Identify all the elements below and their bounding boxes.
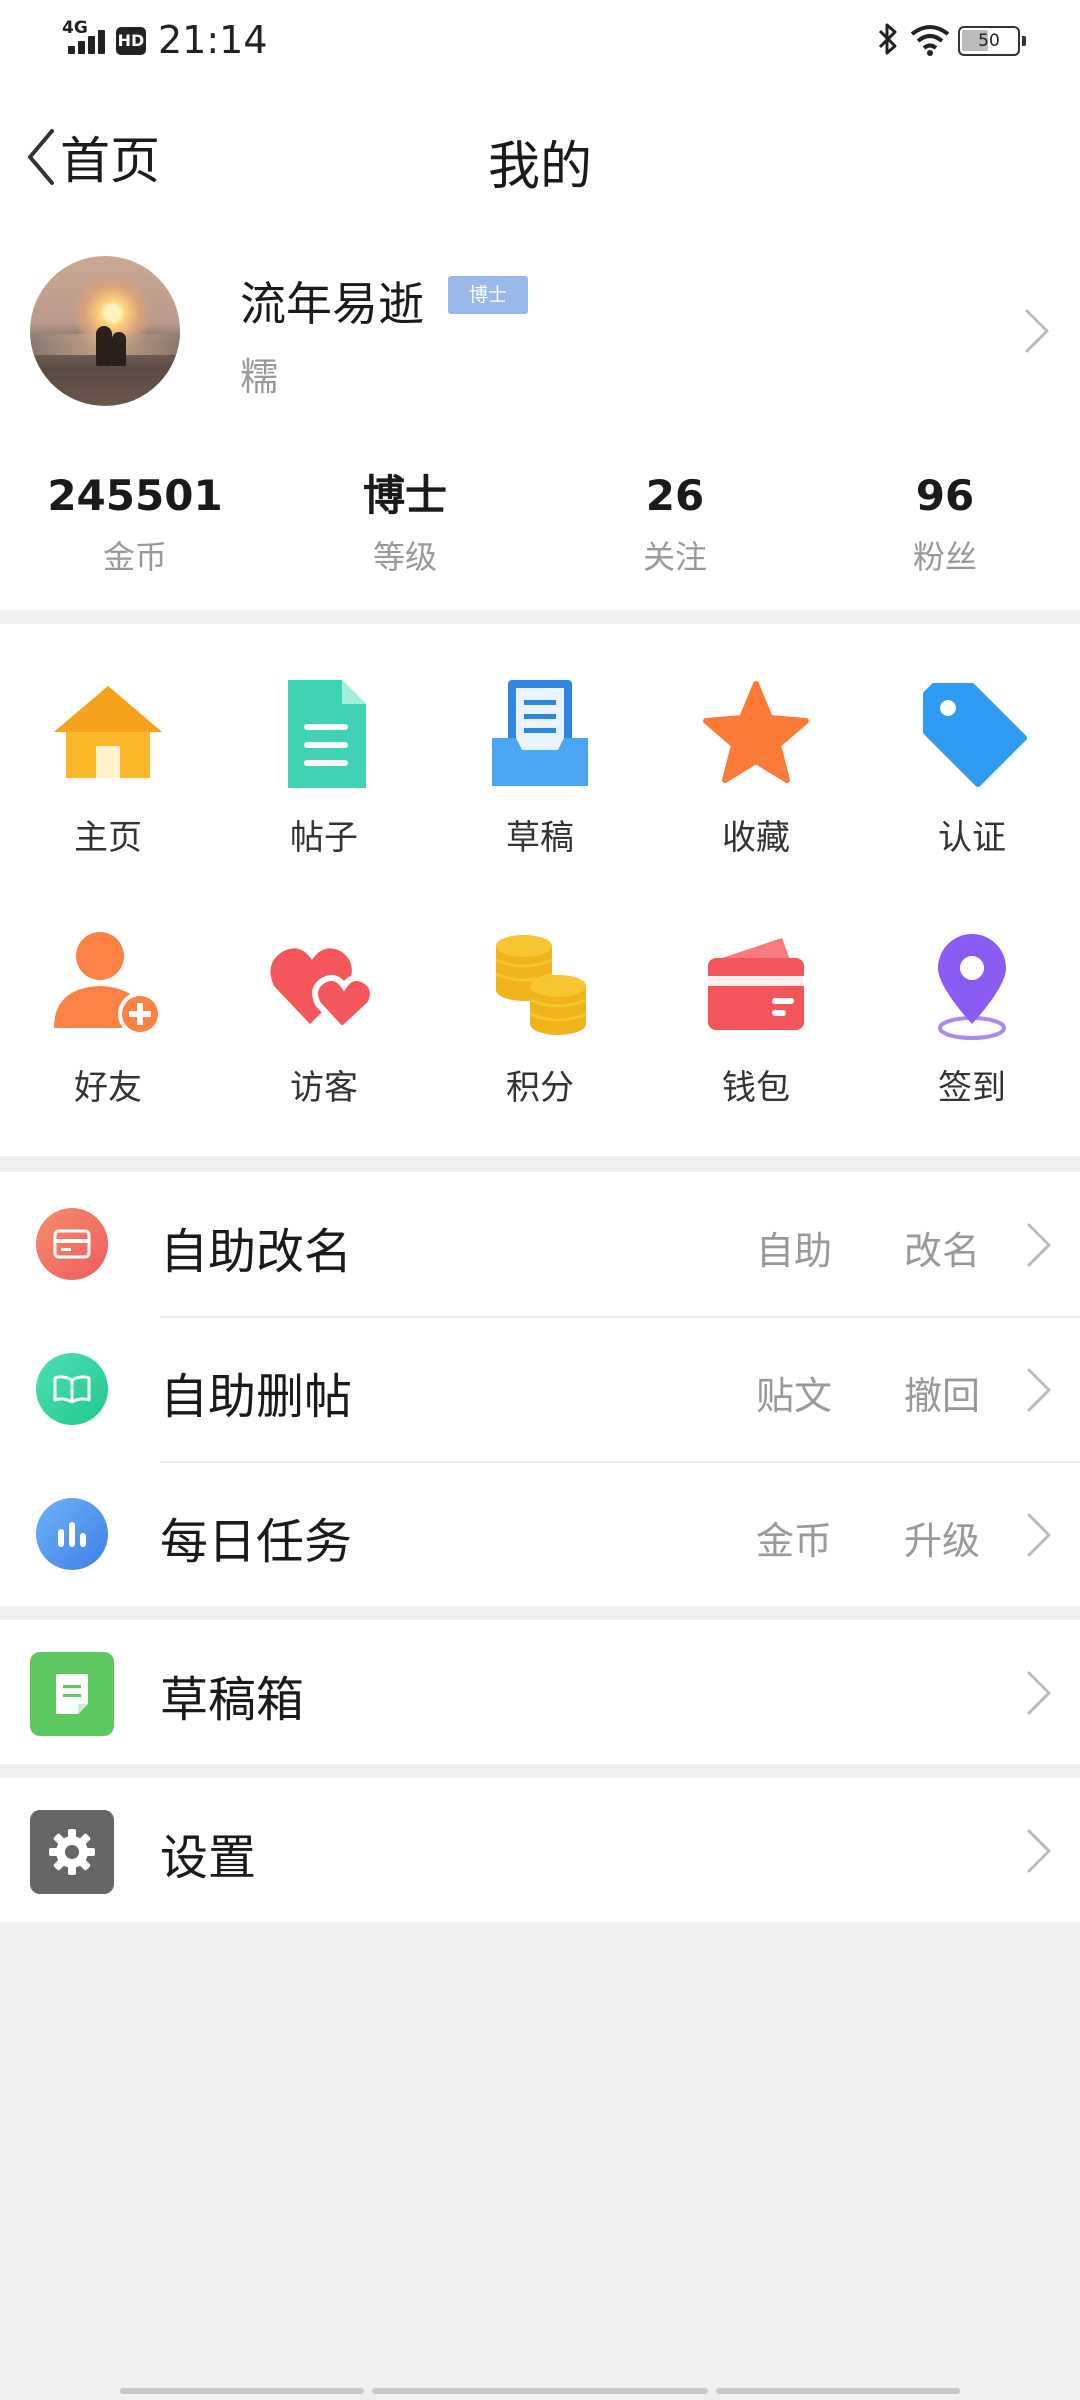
network-type: 4G xyxy=(62,18,88,38)
home-icon xyxy=(54,686,162,778)
stat-value: 96 xyxy=(915,471,975,520)
settings-group: 设置 xyxy=(0,1778,1080,1922)
stat-label: 关注 xyxy=(642,538,707,576)
grid-item-verify[interactable]: 认证 xyxy=(864,674,1080,859)
list-label: 设置 xyxy=(160,1830,257,1886)
drafts-group: 草稿箱 xyxy=(0,1620,1080,1764)
document-icon xyxy=(288,680,366,788)
wallet-icon xyxy=(708,938,804,1030)
list-item-draft-box[interactable]: 草稿箱 xyxy=(0,1620,1080,1765)
list-label: 草稿箱 xyxy=(160,1672,305,1728)
stat-label: 粉丝 xyxy=(912,538,977,576)
battery-icon: 50 xyxy=(958,26,1026,56)
chevron-right-icon xyxy=(1027,1671,1051,1715)
list-item-settings[interactable]: 设置 xyxy=(0,1778,1080,1923)
grid-item-drafts[interactable]: 草稿 xyxy=(432,674,648,859)
services-list: 自助改名 自助 改名 自助删帖 贴文 撤回 每日任务 金币 升级 xyxy=(0,1172,1080,1606)
list-label: 每日任务 xyxy=(160,1514,353,1570)
star-icon xyxy=(703,681,809,783)
stat-value: 245501 xyxy=(47,471,223,520)
chevron-right-icon xyxy=(1027,1513,1051,1557)
signal-icon: 4G xyxy=(62,18,110,58)
battery-level: 50 xyxy=(978,31,1000,51)
location-pin-icon xyxy=(938,934,1006,1040)
grid-label: 收藏 xyxy=(722,818,790,858)
grid-item-visitors[interactable]: 访客 xyxy=(216,924,432,1109)
grid-label: 钱包 xyxy=(722,1068,790,1108)
stat-coins[interactable]: 245501 金币 xyxy=(0,466,270,596)
chevron-right-icon xyxy=(1027,1223,1051,1267)
list-tag: 自助 xyxy=(755,1229,832,1273)
chevron-right-icon xyxy=(1027,1829,1051,1873)
grid-label: 主页 xyxy=(74,818,142,858)
profile-chevron-right-icon[interactable] xyxy=(1024,308,1050,354)
nav-gesture-bar xyxy=(372,2388,708,2394)
rank-badge: 博士 xyxy=(448,276,528,314)
grid-label: 帖子 xyxy=(290,818,358,858)
user-subtitle: 糯 xyxy=(240,355,279,399)
list-item-rename[interactable]: 自助改名 自助 改名 xyxy=(0,1172,1080,1317)
gear-icon xyxy=(30,1810,114,1894)
list-item-daily-tasks[interactable]: 每日任务 金币 升级 xyxy=(0,1462,1080,1607)
tag-icon xyxy=(923,683,1027,787)
list-tag: 改名 xyxy=(903,1229,980,1273)
grid-label: 好友 xyxy=(74,1068,142,1108)
coins-icon xyxy=(495,935,587,1035)
list-tag: 金币 xyxy=(755,1519,832,1563)
hd-icon: HD xyxy=(116,27,146,55)
grid-item-posts[interactable]: 帖子 xyxy=(216,674,432,859)
grid-item-checkin[interactable]: 签到 xyxy=(864,924,1080,1109)
list-label: 自助删帖 xyxy=(160,1369,353,1425)
add-friend-icon xyxy=(54,932,162,1036)
stat-label: 等级 xyxy=(372,538,437,576)
feature-grid: 主页 帖子 草稿 收藏 认证 好友 访客 积分 钱包 签到 xyxy=(0,624,1080,1156)
header: 首页 我的 xyxy=(0,84,1080,230)
status-bar: 4G HD 21:14 50 xyxy=(0,0,1080,84)
grid-item-home[interactable]: 主页 xyxy=(0,674,216,859)
hearts-icon xyxy=(270,948,376,1035)
stat-label: 金币 xyxy=(102,538,167,576)
page-title: 我的 xyxy=(487,137,592,197)
list-tag: 撤回 xyxy=(903,1374,980,1418)
list-item-delete-posts[interactable]: 自助删帖 贴文 撤回 xyxy=(0,1317,1080,1462)
avatar[interactable] xyxy=(30,256,180,406)
bar-chart-icon xyxy=(36,1498,108,1570)
stat-value: 26 xyxy=(645,471,705,520)
grid-label: 签到 xyxy=(938,1068,1006,1108)
draft-box-icon xyxy=(30,1652,114,1736)
grid-item-favorites[interactable]: 收藏 xyxy=(648,674,864,859)
grid-label: 认证 xyxy=(938,818,1006,858)
grid-item-wallet[interactable]: 钱包 xyxy=(648,924,864,1109)
clock: 21:14 xyxy=(158,18,268,62)
chevron-right-icon xyxy=(1027,1368,1051,1412)
profile-card: 流年易逝 博士 糯 245501 金币 博士 等级 26 关注 96 粉丝 xyxy=(0,230,1080,610)
stat-level[interactable]: 博士 等级 xyxy=(270,466,540,596)
grid-label: 访客 xyxy=(290,1068,358,1108)
grid-item-friends[interactable]: 好友 xyxy=(0,924,216,1109)
grid-item-points[interactable]: 积分 xyxy=(432,924,648,1109)
grid-label: 草稿 xyxy=(506,818,574,858)
stat-value: 博士 xyxy=(362,471,447,520)
grid-label: 积分 xyxy=(506,1068,574,1108)
nav-gesture-bar xyxy=(716,2388,960,2394)
wifi-icon xyxy=(910,25,950,56)
list-tag: 升级 xyxy=(903,1519,980,1563)
book-icon xyxy=(36,1353,108,1425)
username: 流年易逝 xyxy=(240,277,424,331)
list-label: 自助改名 xyxy=(160,1224,353,1280)
drafts-tray-icon xyxy=(492,680,588,786)
stat-fans[interactable]: 96 粉丝 xyxy=(810,466,1080,596)
nav-gesture-bar xyxy=(120,2388,364,2394)
bluetooth-icon xyxy=(878,23,897,55)
stat-following[interactable]: 26 关注 xyxy=(540,466,810,596)
stats-row: 245501 金币 博士 等级 26 关注 96 粉丝 xyxy=(0,466,1080,596)
list-tag: 贴文 xyxy=(755,1374,832,1418)
card-icon xyxy=(36,1208,108,1280)
